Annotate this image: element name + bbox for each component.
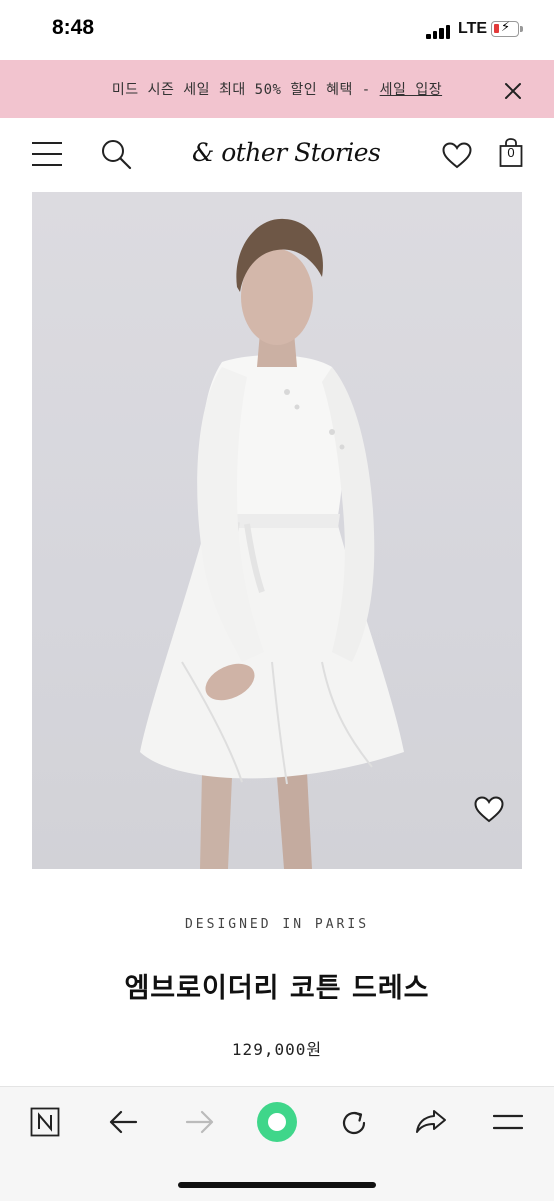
site-header: & other Stories 0	[0, 118, 554, 192]
product-price: 129,000원	[231, 1040, 323, 1059]
home-indicator[interactable]	[178, 1182, 376, 1188]
browser-home-icon[interactable]	[30, 1107, 60, 1137]
network-label: LTE	[458, 20, 488, 37]
status-bar: 8:48 LTE ⚡	[0, 0, 554, 60]
search-icon[interactable]	[100, 138, 132, 170]
bag-count: 0	[507, 145, 515, 160]
product-label: DESIGNED IN PARIS	[184, 917, 370, 932]
product-name: 엠브로이더리 코튼 드레스	[124, 973, 430, 1004]
heart-icon[interactable]	[442, 142, 472, 169]
product-image[interactable]	[32, 192, 522, 869]
back-arrow-icon[interactable]	[108, 1109, 138, 1135]
status-time: 8:48	[52, 16, 95, 39]
promo-text: 미드 시즌 세일 최대 50% 할인 혜택 -	[111, 82, 380, 98]
model-illustration	[140, 218, 404, 869]
menu-icon[interactable]	[31, 140, 63, 168]
green-circle-icon[interactable]	[256, 1101, 298, 1143]
promo-banner: 미드 시즌 세일 최대 50% 할인 혜택 - 세일 입장	[0, 60, 554, 118]
close-icon[interactable]	[500, 78, 526, 104]
signal-icon	[426, 23, 454, 39]
reload-icon[interactable]	[338, 1107, 370, 1139]
forward-arrow-icon[interactable]	[185, 1109, 215, 1135]
brand-logo[interactable]: & other Stories	[192, 138, 381, 167]
promo-link[interactable]: 세일 입장	[380, 82, 442, 98]
battery-icon: ⚡	[491, 20, 519, 37]
share-icon[interactable]	[415, 1107, 447, 1137]
hamburger-icon[interactable]	[493, 1111, 523, 1133]
wishlist-heart-icon[interactable]	[474, 796, 504, 823]
